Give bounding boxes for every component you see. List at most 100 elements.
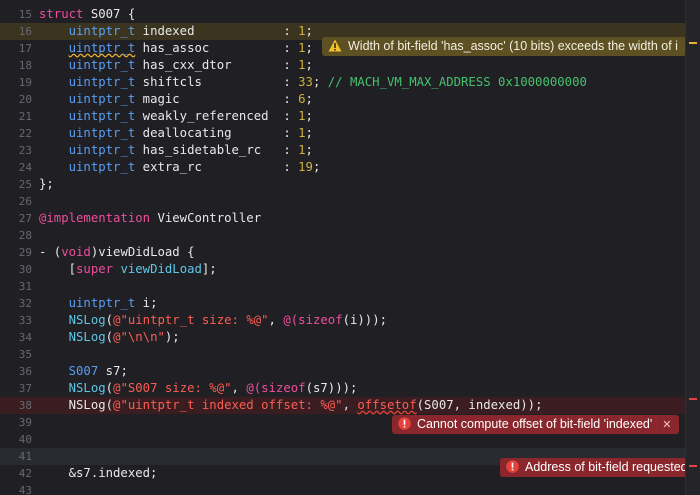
line-number: 17 [18, 42, 32, 55]
code-token: i; [135, 296, 158, 310]
code-token: @( [246, 381, 262, 395]
code-line[interactable]: 23 uintptr_t has_sidetable_rc : 1; [0, 142, 700, 159]
code-line[interactable]: 36 S007 s7; [0, 363, 700, 380]
code-line[interactable]: 25}; [0, 176, 700, 193]
code-token: uintptr_t [68, 143, 136, 157]
code-line[interactable]: 29 - (void)viewDidLoad { [0, 244, 700, 261]
code-text: uintptr_t extra_rc : 19; [39, 159, 321, 176]
code-line[interactable]: 26 [0, 193, 700, 210]
code-line[interactable]: 20 uintptr_t magic : 6; [0, 91, 700, 108]
close-icon[interactable]: ✕ [662, 419, 671, 431]
code-line[interactable]: 30 [super viewDidLoad]; [0, 261, 700, 278]
code-line[interactable]: 22 uintptr_t deallocating : 1; [0, 125, 700, 142]
code-token: , [231, 381, 247, 395]
code-line[interactable]: 34 NSLog(@"\n\n"); [0, 329, 700, 346]
code-token: ; [305, 24, 313, 38]
line-number: 18 [18, 59, 32, 72]
line-number: 32 [18, 297, 32, 310]
code-line[interactable]: 43 [0, 482, 700, 495]
line-number: 39 [18, 416, 32, 429]
code-token: deallocating : [135, 126, 299, 140]
code-line[interactable]: 19 uintptr_t shiftcls : 33; // MACH_VM_M… [0, 74, 700, 91]
code-line[interactable]: 31 [0, 278, 700, 295]
line-number: 43 [18, 484, 32, 495]
code-token: ]; [201, 262, 217, 276]
code-token: (s7))); [305, 381, 358, 395]
code-token: 1 [298, 41, 306, 55]
code-token: @( [283, 313, 299, 327]
code-line[interactable]: 37 NSLog(@"S007 size: %@", @(sizeof(s7))… [0, 380, 700, 397]
error-text: Cannot compute offset of bit-field 'inde… [417, 417, 653, 431]
line-number: 21 [18, 110, 32, 123]
code-line[interactable]: 38 NSLog(@"uintptr_t indexed offset: %@"… [0, 397, 700, 414]
line-number: 41 [18, 450, 32, 463]
code-text: uintptr_t i; [39, 295, 158, 312]
code-text: struct S007 { [39, 6, 135, 23]
code-line[interactable]: 24 uintptr_t extra_rc : 19; [0, 159, 700, 176]
editor-scrollbar[interactable] [685, 0, 700, 495]
code-token: uintptr_t [68, 75, 136, 89]
code-text: uintptr_t indexed : 1; [39, 23, 313, 40]
code-token: ; [305, 92, 313, 106]
code-token: ; [305, 126, 313, 140]
line-number: 28 [18, 229, 32, 242]
code-token: , [342, 398, 358, 412]
code-token: S007 { [83, 7, 136, 21]
code-token: NSLog [68, 330, 106, 344]
code-line[interactable]: 18 uintptr_t has_cxx_dtor : 1; [0, 57, 700, 74]
code-line[interactable]: 28 [0, 227, 700, 244]
warning-text: Width of bit-field 'has_assoc' (10 bits)… [348, 39, 678, 53]
code-token: s7; [98, 364, 128, 378]
code-token: struct [39, 7, 84, 21]
code-line[interactable]: 35 [0, 346, 700, 363]
line-number: 22 [18, 127, 32, 140]
line-number: 15 [18, 8, 32, 21]
code-token: uintptr_t [68, 58, 136, 72]
code-token: 33 [298, 75, 313, 89]
code-token: (i))); [342, 313, 388, 327]
code-token: uintptr_t [68, 92, 136, 106]
code-text: &s7.indexed; [39, 465, 158, 482]
code-token: sizeof [261, 381, 306, 395]
code-token: ; [312, 160, 321, 174]
warning-message[interactable]: Width of bit-field 'has_assoc' (10 bits)… [322, 37, 686, 56]
code-token: weakly_referenced : [135, 109, 299, 123]
code-text: uintptr_t has_assoc : 1; [39, 40, 313, 57]
code-token: uintptr_t [68, 24, 136, 38]
warning-marker[interactable] [689, 42, 697, 44]
line-number: 25 [18, 178, 32, 191]
code-token: ; [305, 41, 313, 55]
code-token: 1 [298, 126, 306, 140]
code-text: NSLog(@"S007 size: %@", @(sizeof(s7))); [39, 380, 358, 397]
code-line[interactable]: 21 uintptr_t weakly_referenced : 1; [0, 108, 700, 125]
code-token: ( [105, 313, 114, 327]
code-token: 1 [298, 24, 306, 38]
line-number: 23 [18, 144, 32, 157]
error-message-address[interactable]: Address of bit-field requested [500, 458, 696, 477]
code-token: @implementation [39, 211, 151, 225]
code-line[interactable]: 15 struct S007 { [0, 6, 700, 23]
code-text: NSLog(@"uintptr_t indexed offset: %@", o… [39, 397, 543, 414]
code-token: ( [105, 330, 114, 344]
code-editor[interactable]: 15 struct S007 {16 uintptr_t indexed : 1;… [0, 0, 700, 495]
code-token: indexed : [135, 24, 299, 38]
code-text: }; [39, 176, 54, 193]
code-token: shiftcls : [135, 75, 299, 89]
code-text: uintptr_t magic : 6; [39, 91, 313, 108]
error-message-offset[interactable]: Cannot compute offset of bit-field 'inde… [392, 415, 680, 434]
error-marker[interactable] [689, 465, 697, 467]
line-number: 33 [18, 314, 32, 327]
code-token: @"uintptr_t size: %@" [113, 313, 269, 327]
line-number: 34 [18, 331, 32, 344]
code-line[interactable]: 32 uintptr_t i; [0, 295, 700, 312]
error-marker[interactable] [689, 398, 697, 400]
code-line[interactable]: 33 NSLog(@"uintptr_t size: %@", @(sizeof… [0, 312, 700, 329]
code-line[interactable]: 27 @implementation ViewController [0, 210, 700, 227]
